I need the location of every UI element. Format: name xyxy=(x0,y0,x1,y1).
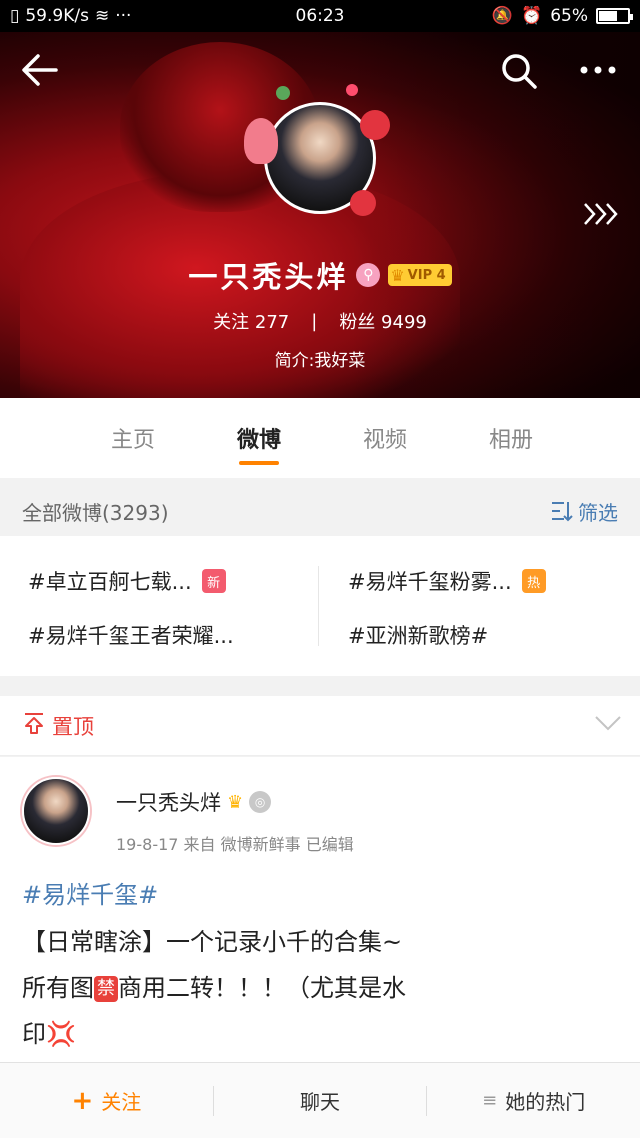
followers-count: 9499 xyxy=(381,312,427,333)
more-button[interactable] xyxy=(578,52,618,99)
notification-dots-icon: ··· xyxy=(115,6,132,26)
more-dots-icon xyxy=(580,66,616,74)
heart-decoration-icon xyxy=(346,84,358,96)
topic-text: #易烊千玺粉雾... xyxy=(348,570,512,594)
post-author-name[interactable]: 一只秃头烊 xyxy=(116,787,221,817)
filter-button[interactable]: 筛选 xyxy=(550,497,618,526)
chevron-down-icon xyxy=(595,716,621,731)
hot-topics: #卓立百舸七载... 新 #易烊千玺粉雾... 热 #易烊千玺王者荣耀... #… xyxy=(0,536,640,676)
profile-avatar[interactable] xyxy=(244,84,390,240)
rose-decoration-icon xyxy=(350,190,376,216)
collapse-button[interactable] xyxy=(594,710,622,738)
filter-bar: 全部微博(3293) 筛选 xyxy=(0,486,640,536)
hot-posts-label: 她的热门 xyxy=(505,1090,586,1114)
topic-item[interactable]: #卓立百舸七载... 新 xyxy=(28,566,226,596)
vip-badge[interactable]: ♛ VIP 4 xyxy=(388,264,452,286)
rose-decoration-icon xyxy=(360,110,390,140)
post-author-row: 一只秃头烊 ♛ ◎ xyxy=(116,787,272,817)
net-speed: 59.9K/s xyxy=(25,6,89,26)
topic-text: #卓立百舸七载... xyxy=(28,570,192,594)
medal-icon: ◎ xyxy=(249,791,272,813)
battery-percent: 65% xyxy=(550,6,588,26)
profile-bio: 简介:我好菜 xyxy=(274,351,366,371)
hot-tag-badge: 热 xyxy=(521,569,546,593)
chevron-right-double-icon xyxy=(584,203,618,225)
search-button[interactable] xyxy=(500,52,538,99)
battery-icon xyxy=(596,8,633,24)
profile-tabs: 主页 微博 视频 相册 xyxy=(0,398,640,478)
all-weibo-count: 全部微博(3293) xyxy=(22,500,169,525)
back-button[interactable] xyxy=(20,52,60,97)
post-author-avatar[interactable] xyxy=(22,777,90,845)
pinned-header: 置顶 xyxy=(0,696,640,756)
following-label: 关注 xyxy=(213,312,250,333)
vip-label: VIP 4 xyxy=(407,267,446,283)
tab-home[interactable]: 主页 xyxy=(70,398,196,478)
topic-text: #亚洲新歌榜# xyxy=(348,624,489,648)
pin-icon xyxy=(22,711,46,741)
topic-item[interactable]: #易烊千玺王者荣耀... xyxy=(28,620,234,650)
filter-icon xyxy=(552,502,573,522)
topic-item[interactable]: #易烊千玺粉雾... 热 xyxy=(348,566,546,596)
post-hashtag[interactable]: #易烊千玺# xyxy=(22,875,158,910)
leaf-decoration-icon xyxy=(276,86,290,100)
status-bar: ▯ 59.9K/s ≋ ··· 06:23 🔕 ⏰ 65% xyxy=(0,0,640,32)
flower-decoration-icon xyxy=(244,118,278,164)
female-badge-icon: ⚲ xyxy=(356,263,381,287)
weibo-post[interactable]: 一只秃头烊 ♛ ◎ 19-8-17 来自 微博新鲜事 已编辑 #易烊千玺# 【日… xyxy=(0,757,640,1062)
chat-label: 聊天 xyxy=(300,1090,340,1114)
topic-text: #易烊千玺王者荣耀... xyxy=(28,624,234,648)
mute-bell-icon: 🔕 xyxy=(491,6,514,26)
following-count: 277 xyxy=(254,312,290,333)
follow-label: 关注 xyxy=(101,1090,142,1114)
status-time: 06:23 xyxy=(295,6,345,26)
new-tag-badge: 新 xyxy=(201,569,226,593)
wifi-icon: ≋ xyxy=(94,6,110,26)
chat-button[interactable]: 聊天 xyxy=(214,1086,427,1115)
topics-divider xyxy=(318,566,319,646)
tab-video[interactable]: 视频 xyxy=(322,398,448,478)
prohibited-emoji-icon: 禁 xyxy=(94,976,118,1002)
topic-item[interactable]: #亚洲新歌榜# xyxy=(348,620,488,650)
stats-separator: | xyxy=(311,310,318,332)
search-icon xyxy=(502,54,537,89)
expand-cover-button[interactable] xyxy=(582,200,618,235)
hot-posts-button[interactable]: ≡ 她的热门 xyxy=(427,1086,640,1115)
post-line: 印💢 xyxy=(22,1020,76,1048)
name-row: 一只秃头烊 ⚲ ♛ VIP 4 xyxy=(0,254,640,296)
post-body: 【日常瞎涂】一个记录小千的合集~ 所有图禁商用二转！！！（尤其是水 印💢 xyxy=(22,919,618,1057)
tab-weibo[interactable]: 微博 xyxy=(196,398,322,478)
follow-button[interactable]: + 关注 xyxy=(0,1086,213,1116)
profile-nickname: 一只秃头烊 xyxy=(188,260,349,294)
stats-row: 关注 277 | 粉丝 9499 xyxy=(0,308,640,334)
followers-stat[interactable]: 粉丝 9499 xyxy=(339,308,427,334)
post-meta: 19-8-17 来自 微博新鲜事 已编辑 xyxy=(116,835,354,854)
list-icon: ≡ xyxy=(482,1090,498,1111)
crown-icon: ♛ xyxy=(227,791,244,813)
battery-fill xyxy=(599,11,618,21)
tab-album[interactable]: 相册 xyxy=(448,398,574,478)
phone-icon: ▯ xyxy=(10,6,20,26)
alarm-icon: ⏰ xyxy=(521,6,543,26)
profile-header: 一只秃头烊 ⚲ ♛ VIP 4 关注 277 | 粉丝 9499 简介:我好菜 xyxy=(0,32,640,398)
pinned-label: 置顶 xyxy=(52,714,94,739)
post-line: 【日常瞎涂】一个记录小千的合集~ xyxy=(22,928,403,956)
anger-emoji-icon: 💢 xyxy=(46,1020,76,1048)
arrow-left-icon xyxy=(22,54,58,86)
post-line: 所有图禁商用二转！！！（尤其是水 xyxy=(22,974,406,1002)
followers-label: 粉丝 xyxy=(339,312,376,333)
bottom-action-bar: + 关注 聊天 ≡ 她的热门 xyxy=(0,1062,640,1138)
following-stat[interactable]: 关注 277 xyxy=(213,308,289,334)
crown-icon: ♛ xyxy=(390,265,405,285)
plus-icon: + xyxy=(71,1085,94,1116)
filter-button-label: 筛选 xyxy=(578,500,618,525)
